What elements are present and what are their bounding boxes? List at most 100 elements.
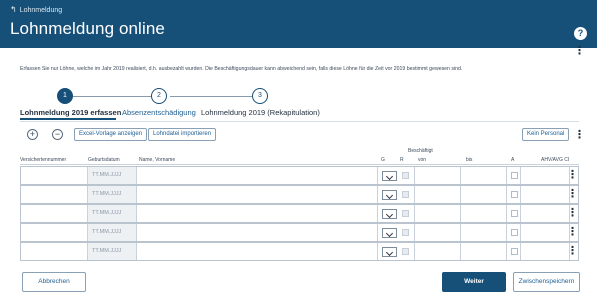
page-more-menu-icon[interactable]: ⋮ [574, 46, 585, 57]
a-checkbox[interactable] [511, 191, 518, 198]
employed-from-input[interactable] [415, 167, 461, 184]
column-header-ssn: Versichertennummer [20, 157, 67, 163]
table-header-divider [20, 164, 579, 165]
employed-from-input[interactable] [415, 205, 461, 222]
ahv-input[interactable] [521, 224, 570, 241]
ahv-input[interactable] [521, 205, 570, 222]
r-checkbox[interactable] [402, 191, 409, 198]
ahv-input[interactable] [521, 243, 570, 260]
help-icon[interactable]: ? [574, 27, 587, 40]
r-checkbox[interactable] [402, 172, 409, 179]
no-personnel-button[interactable]: Kein Personal [522, 128, 570, 141]
gender-select[interactable] [382, 190, 397, 200]
step-1-circle[interactable]: 1 [57, 88, 73, 104]
employed-from-input[interactable] [415, 224, 461, 241]
birthdate-input[interactable]: TT.MM.JJJJ [88, 243, 137, 260]
r-checkbox[interactable] [402, 248, 409, 255]
birthdate-placeholder: TT.MM.JJJJ [92, 191, 122, 197]
employed-group-header: Beschäftigt [408, 148, 433, 154]
employed-from-input[interactable] [415, 243, 461, 260]
ssn-input[interactable] [21, 243, 88, 260]
minus-circle-icon: − [54, 129, 61, 139]
ssn-input[interactable] [21, 167, 88, 184]
column-header-gender: G [381, 157, 385, 163]
ssn-input[interactable] [21, 224, 88, 241]
a-checkbox[interactable] [511, 229, 518, 236]
save-draft-button[interactable]: Zwischenspeichern [513, 272, 580, 292]
app-header: ↰ Lohnmeldung Lohnmeldung online ? [0, 0, 597, 48]
return-arrow-icon: ↰ [10, 5, 17, 14]
birthdate-input[interactable]: TT.MM.JJJJ [88, 205, 137, 222]
back-link-label: Lohnmeldung [19, 6, 63, 14]
toolbar-more-menu-icon[interactable]: ⋮ [574, 130, 585, 141]
add-row-button[interactable]: + [27, 129, 38, 140]
table-row: TT.MM.JJJJ ⋮ [20, 223, 579, 242]
table-row: TT.MM.JJJJ ⋮ [20, 166, 579, 185]
row-more-menu-icon[interactable]: ⋮ [567, 246, 578, 257]
employed-to-input[interactable] [461, 224, 507, 241]
name-input[interactable] [137, 167, 378, 184]
step-2-label[interactable]: Absenzentschädigung [122, 108, 196, 117]
table-row: TT.MM.JJJJ ⋮ [20, 242, 579, 261]
birthdate-placeholder: TT.MM.JJJJ [92, 172, 122, 178]
step-2-circle[interactable]: 2 [151, 88, 167, 104]
column-header-birthdate: Geburtsdatum [88, 157, 120, 163]
gender-select[interactable] [382, 171, 397, 181]
r-checkbox[interactable] [402, 229, 409, 236]
stepper-connector [170, 96, 255, 97]
birthdate-input[interactable]: TT.MM.JJJJ [88, 224, 137, 241]
name-input[interactable] [137, 243, 378, 260]
ssn-input[interactable] [21, 186, 88, 203]
step-3-label[interactable]: Lohnmeldung 2019 (Rekapitulation) [201, 108, 320, 117]
row-more-menu-icon[interactable]: ⋮ [567, 208, 578, 219]
r-checkbox[interactable] [402, 210, 409, 217]
a-checkbox[interactable] [511, 248, 518, 255]
employed-to-input[interactable] [461, 167, 507, 184]
active-step-indicator [20, 118, 116, 120]
name-input[interactable] [137, 224, 378, 241]
import-salary-file-button[interactable]: Lohndatei importieren [148, 128, 217, 141]
step-1-label[interactable]: Lohnmeldung 2019 erfassen [20, 108, 121, 117]
column-header-name: Name, Vorname [139, 157, 176, 163]
gender-select[interactable] [382, 209, 397, 219]
birthdate-input[interactable]: TT.MM.JJJJ [88, 167, 137, 184]
gender-select[interactable] [382, 228, 397, 238]
column-header-a: A [511, 157, 515, 163]
divider [20, 121, 579, 122]
a-checkbox[interactable] [511, 210, 518, 217]
ahv-input[interactable] [521, 186, 570, 203]
info-text: Erfassen Sie nur Löhne, welche im Jahr 2… [20, 66, 463, 72]
row-more-menu-icon[interactable]: ⋮ [567, 189, 578, 200]
employed-to-input[interactable] [461, 243, 507, 260]
name-input[interactable] [137, 186, 378, 203]
page-title: Lohnmeldung online [10, 19, 165, 38]
birthdate-placeholder: TT.MM.JJJJ [92, 248, 122, 254]
row-more-menu-icon[interactable]: ⋮ [567, 170, 578, 181]
next-button[interactable]: Weiter [442, 272, 506, 292]
name-input[interactable] [137, 205, 378, 222]
a-checkbox[interactable] [511, 172, 518, 179]
gender-select[interactable] [382, 247, 397, 257]
back-link[interactable]: ↰ Lohnmeldung [10, 6, 62, 14]
column-header-ahv: AHV/AVG CI [541, 157, 570, 163]
employed-to-input[interactable] [461, 186, 507, 203]
stepper-connector [70, 96, 154, 97]
column-header-to: bis [466, 157, 473, 163]
ssn-input[interactable] [21, 205, 88, 222]
employed-to-input[interactable] [461, 205, 507, 222]
birthdate-placeholder: TT.MM.JJJJ [92, 210, 122, 216]
column-header-from: von [418, 157, 427, 163]
birthdate-placeholder: TT.MM.JJJJ [92, 229, 122, 235]
employed-from-input[interactable] [415, 186, 461, 203]
ahv-input[interactable] [521, 167, 570, 184]
table-row: TT.MM.JJJJ ⋮ [20, 185, 579, 204]
column-header-r: R [400, 157, 404, 163]
stepper: 1 2 3 Lohnmeldung 2019 erfassen Absenzen… [20, 88, 320, 122]
remove-row-button[interactable]: − [52, 129, 63, 140]
birthdate-input[interactable]: TT.MM.JJJJ [88, 186, 137, 203]
step-3-circle[interactable]: 3 [252, 88, 268, 104]
row-more-menu-icon[interactable]: ⋮ [567, 227, 578, 238]
cancel-button[interactable]: Abbrechen [22, 272, 86, 292]
excel-template-button[interactable]: Excel-Vorlage anzeigen [74, 128, 148, 141]
table-header: Beschäftigt Versichertennummer Geburtsda… [20, 148, 579, 165]
